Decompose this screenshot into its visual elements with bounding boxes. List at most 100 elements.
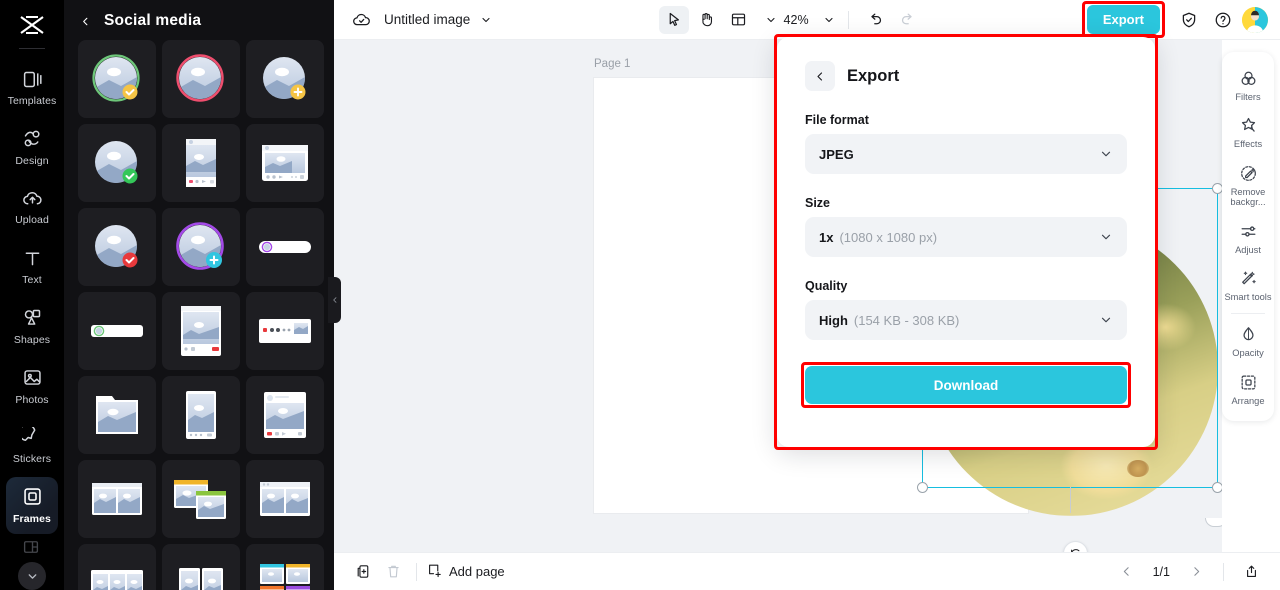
frame-item[interactable] (162, 376, 240, 454)
panel-back-icon[interactable] (80, 13, 94, 29)
size-select[interactable]: 1x (1080 x 1080 px) (805, 217, 1127, 257)
frames-icon (21, 486, 43, 508)
frame-item[interactable] (78, 208, 156, 286)
sidebar-item-text[interactable]: Text (6, 238, 58, 296)
tool-label: Opacity (1232, 348, 1264, 359)
hand-tool-button[interactable] (691, 6, 721, 34)
frame-item[interactable] (162, 124, 240, 202)
frame-item[interactable] (78, 376, 156, 454)
tool-smart-tools[interactable]: Smart tools (1222, 262, 1274, 309)
sidebar-item-label: Design (15, 154, 49, 167)
capcut-logo-icon[interactable] (12, 8, 52, 42)
file-format-select[interactable]: JPEG (805, 134, 1127, 174)
frames-panel: Social media (64, 0, 334, 590)
document-title[interactable]: Untitled image (384, 12, 470, 27)
sidebar-item-photos[interactable]: Photos (6, 357, 58, 415)
frame-item[interactable] (78, 124, 156, 202)
shield-check-icon[interactable] (1174, 6, 1204, 34)
frame-item[interactable] (78, 292, 156, 370)
resize-handle-bottom-left[interactable] (917, 482, 928, 493)
frame-item[interactable] (246, 544, 324, 590)
zoom-level[interactable]: 42% (781, 13, 811, 27)
delete-page-button[interactable] (378, 558, 408, 586)
top-actions: Export (1081, 1, 1280, 38)
frame-item[interactable] (246, 208, 324, 286)
next-page-button[interactable] (1181, 558, 1211, 586)
tool-effects[interactable]: Effects (1222, 109, 1274, 156)
add-page-icon (425, 562, 442, 582)
expand-sidebar-button[interactable] (18, 562, 46, 590)
sidebar-item-label: Text (22, 274, 42, 287)
top-toolbar: Untitled image 42% Export (334, 0, 1280, 40)
bottom-bar: Add page 1/1 (334, 552, 1280, 590)
frame-item[interactable] (162, 544, 240, 590)
rail-divider (19, 47, 45, 49)
frame-item[interactable] (246, 292, 324, 370)
frame-item[interactable] (78, 544, 156, 590)
file-format-value: JPEG (819, 146, 854, 162)
frame-item[interactable] (162, 208, 240, 286)
grid-layout-icon[interactable] (21, 538, 43, 558)
rotate-stem (1070, 487, 1072, 513)
tool-adjust[interactable]: Adjust (1222, 215, 1274, 262)
frame-item[interactable] (246, 460, 324, 538)
sidebar-item-design[interactable]: Design (6, 118, 58, 176)
tool-filters[interactable]: Filters (1222, 62, 1274, 109)
export-header: Export (777, 37, 1155, 91)
stickers-icon (21, 426, 43, 448)
duplicate-page-button[interactable] (348, 558, 378, 586)
file-format-label: File format (805, 113, 869, 127)
export-back-button[interactable] (805, 61, 835, 91)
page-label: Page 1 (594, 58, 631, 70)
export-pages-button[interactable] (1236, 558, 1266, 586)
panel-collapse-handle[interactable] (328, 277, 341, 323)
download-button[interactable]: Download (805, 366, 1127, 404)
tool-remove-background[interactable]: Remove backgr... (1222, 157, 1274, 215)
frame-item[interactable] (162, 40, 240, 118)
frame-item[interactable] (246, 124, 324, 202)
select-tool-button[interactable] (659, 5, 690, 34)
title-chevron-down-icon[interactable] (480, 13, 494, 27)
tool-label: Filters (1235, 92, 1261, 102)
user-avatar[interactable] (1242, 6, 1268, 33)
sidebar-item-upload[interactable]: Upload (6, 178, 58, 236)
sidebar-item-frames[interactable]: Frames (6, 476, 58, 535)
text-icon (21, 247, 43, 269)
layout-tool-button[interactable] (723, 6, 753, 34)
bottom-divider (1223, 562, 1224, 581)
bottom-edge-handle[interactable] (1205, 518, 1222, 527)
undo-button[interactable] (860, 6, 890, 34)
sidebar-item-shapes[interactable]: Shapes (6, 298, 58, 356)
export-popover: Export File format JPEG Size 1x (1080 x … (777, 37, 1155, 447)
prev-page-button[interactable] (1112, 558, 1142, 586)
add-page-label: Add page (449, 564, 505, 579)
layout-chevron-down-icon[interactable] (765, 13, 779, 27)
tool-opacity[interactable]: Opacity (1222, 318, 1274, 365)
export-button[interactable]: Export (1086, 5, 1160, 34)
add-page-button[interactable]: Add page (425, 562, 505, 582)
frame-item[interactable] (162, 292, 240, 370)
sidebar-item-stickers[interactable]: Stickers (6, 417, 58, 475)
frame-item[interactable] (246, 40, 324, 118)
frame-item[interactable] (78, 460, 156, 538)
sidebar-item-templates[interactable]: Templates (6, 59, 58, 117)
templates-icon (21, 68, 43, 90)
zoom-chevron-down-icon[interactable] (823, 13, 837, 27)
help-icon[interactable] (1208, 6, 1238, 34)
frame-item[interactable] (246, 376, 324, 454)
export-title: Export (847, 66, 900, 85)
panel-title: Social media (104, 12, 202, 29)
quality-select[interactable]: High (154 KB - 308 KB) (805, 300, 1127, 340)
resize-handle-bottom-right[interactable] (1212, 482, 1222, 493)
tool-divider (1231, 313, 1265, 315)
frame-item[interactable] (162, 460, 240, 538)
resize-handle-top-right[interactable] (1212, 183, 1222, 194)
redo-button[interactable] (892, 6, 922, 34)
chevron-down-icon (1099, 313, 1113, 327)
tool-arrange[interactable]: Arrange (1222, 366, 1274, 413)
sidebar-item-label: Templates (7, 95, 57, 108)
sidebar-item-label: Frames (13, 512, 51, 525)
tool-label: Arrange (1231, 395, 1265, 406)
rotate-handle[interactable] (1063, 541, 1088, 552)
frame-item[interactable] (78, 40, 156, 118)
